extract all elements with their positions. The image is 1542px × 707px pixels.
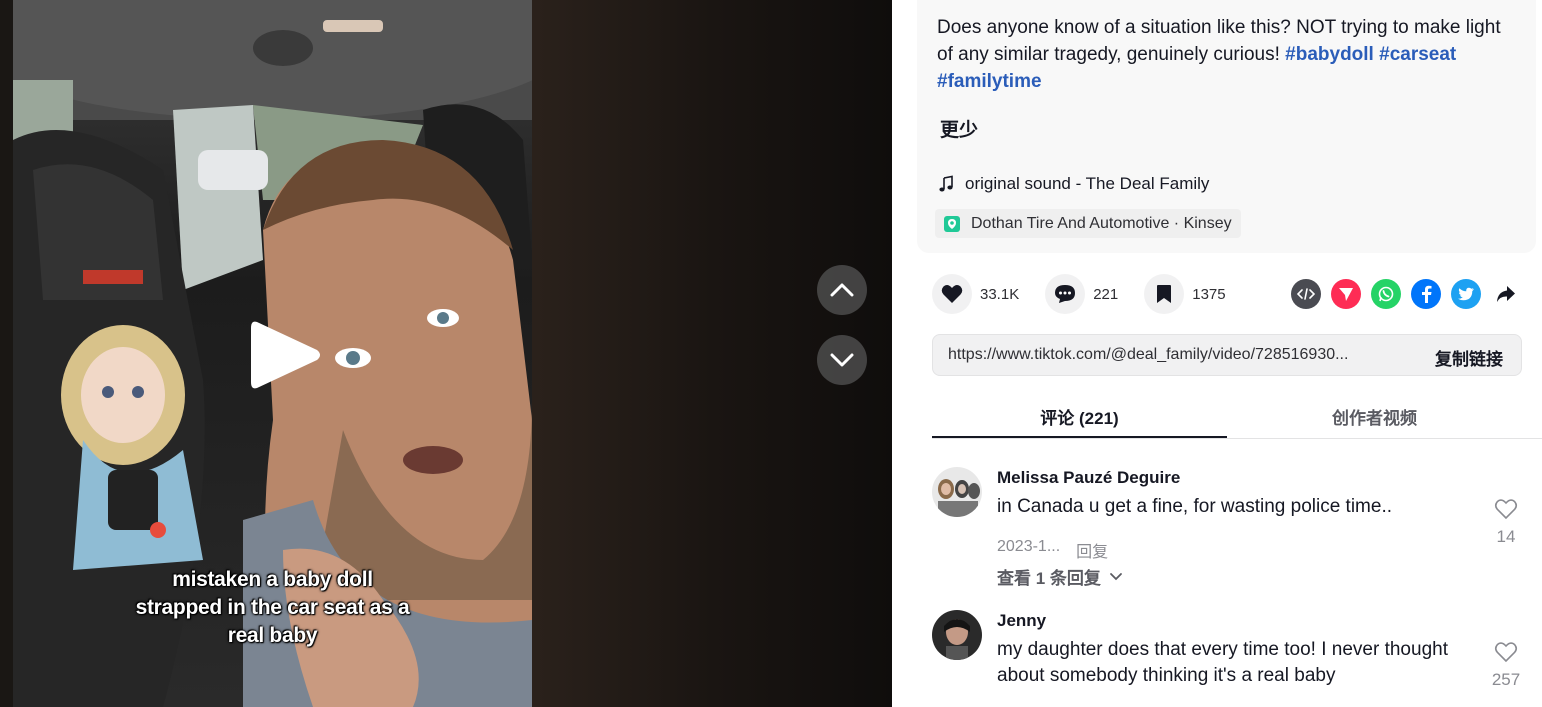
comment-bubble-icon [1055, 285, 1076, 303]
reply-button[interactable]: 回复 [1076, 538, 1108, 562]
chevron-down-icon [1110, 573, 1122, 581]
location-chip[interactable]: Dothan Tire And Automotive · Kinsey [935, 209, 1241, 238]
avatar[interactable] [932, 467, 982, 517]
video-player-area[interactable]: mistaken a baby doll strapped in the car… [0, 0, 892, 707]
comment-button[interactable]: 221 [1045, 274, 1118, 314]
hashtag-carseat[interactable]: #carseat [1379, 44, 1456, 65]
comment-like-button[interactable]: 257 [1481, 641, 1531, 690]
sound-label: original sound - The Deal Family [965, 174, 1210, 193]
comment-like-count: 14 [1496, 527, 1516, 546]
send-icon[interactable] [1331, 279, 1361, 309]
share-arrow-icon[interactable] [1491, 279, 1521, 309]
video-description: Does anyone know of a situation like thi… [937, 14, 1517, 95]
embed-icon[interactable] [1291, 279, 1321, 309]
tiktok-video-page: mistaken a baby doll strapped in the car… [0, 0, 1542, 707]
twitter-icon[interactable] [1451, 279, 1481, 309]
comment-like-button[interactable]: 14 [1481, 498, 1531, 547]
engagement-actions: 33.1K 221 1375 [932, 274, 1252, 314]
share-buttons [1291, 279, 1521, 309]
caption-line: mistaken a baby doll [172, 568, 373, 591]
tab-comments[interactable]: 评论 (221) [932, 404, 1227, 429]
caption-line: strapped in the car seat as a [135, 596, 410, 619]
save-icon-wrap [1144, 274, 1185, 314]
save-count: 1375 [1192, 285, 1226, 303]
hashtag-babydoll[interactable]: #babydoll [1285, 44, 1374, 65]
video-url[interactable]: https://www.tiktok.com/@deal_family/vide… [948, 346, 1403, 364]
like-count: 33.1K [980, 285, 1020, 303]
music-note-icon [939, 175, 953, 192]
save-button[interactable]: 1375 [1144, 274, 1226, 314]
whatsapp-icon[interactable] [1371, 279, 1401, 309]
comment-date: 2023-1... [997, 538, 1061, 555]
previous-video-button[interactable] [817, 265, 867, 315]
comment-text: in Canada u get a fine, for wasting poli… [997, 496, 1393, 517]
bookmark-icon [1157, 285, 1172, 303]
description-card: Does anyone know of a situation like thi… [917, 0, 1536, 253]
view-replies-label: 查看 1 条回复 [997, 569, 1101, 588]
video-link-box: https://www.tiktok.com/@deal_family/vide… [932, 334, 1522, 376]
comment-username[interactable]: Melissa Pauzé Deguire [997, 468, 1180, 488]
sound-link[interactable]: original sound - The Deal Family [937, 174, 1209, 194]
location-label: Dothan Tire And Automotive · Kinsey [971, 214, 1232, 232]
avatar[interactable] [932, 610, 982, 660]
like-icon-wrap [932, 274, 972, 314]
next-video-button[interactable] [817, 335, 867, 385]
heart-outline-icon [1494, 499, 1518, 520]
comment-username[interactable]: Jenny [997, 611, 1046, 631]
heart-icon [941, 285, 963, 303]
panel-tabs: 评论 (221) 创作者视频 [932, 392, 1542, 439]
video-detail-panel: Does anyone know of a situation like thi… [892, 0, 1542, 707]
tab-creator-videos[interactable]: 创作者视频 [1227, 404, 1522, 429]
caption-line: real baby [227, 624, 318, 647]
comment-meta: 2023-1... 回复 [997, 538, 1108, 562]
play-icon[interactable] [245, 318, 325, 392]
chevron-down-icon [830, 353, 854, 367]
active-tab-indicator [932, 436, 1227, 438]
copy-link-button[interactable]: 复制链接 [1435, 345, 1503, 370]
comment-like-count: 257 [1491, 670, 1521, 689]
video-caption: mistaken a baby doll strapped in the car… [13, 566, 532, 650]
heart-outline-icon [1494, 642, 1518, 663]
comment-icon-wrap [1045, 274, 1086, 314]
location-pin-icon [944, 215, 960, 232]
hashtag-familytime[interactable]: #familytime [937, 71, 1042, 92]
view-replies-button[interactable]: 查看 1 条回复 [997, 564, 1123, 589]
facebook-icon[interactable] [1411, 279, 1441, 309]
comment-text: my daughter does that every time too! I … [997, 639, 1448, 686]
show-less-button[interactable]: 更少 [940, 115, 978, 142]
like-button[interactable]: 33.1K [932, 274, 1019, 314]
video-background-edge [0, 0, 14, 707]
chevron-up-icon [830, 283, 854, 297]
comment-count: 221 [1093, 285, 1119, 303]
video-frame[interactable]: mistaken a baby doll strapped in the car… [13, 0, 532, 707]
